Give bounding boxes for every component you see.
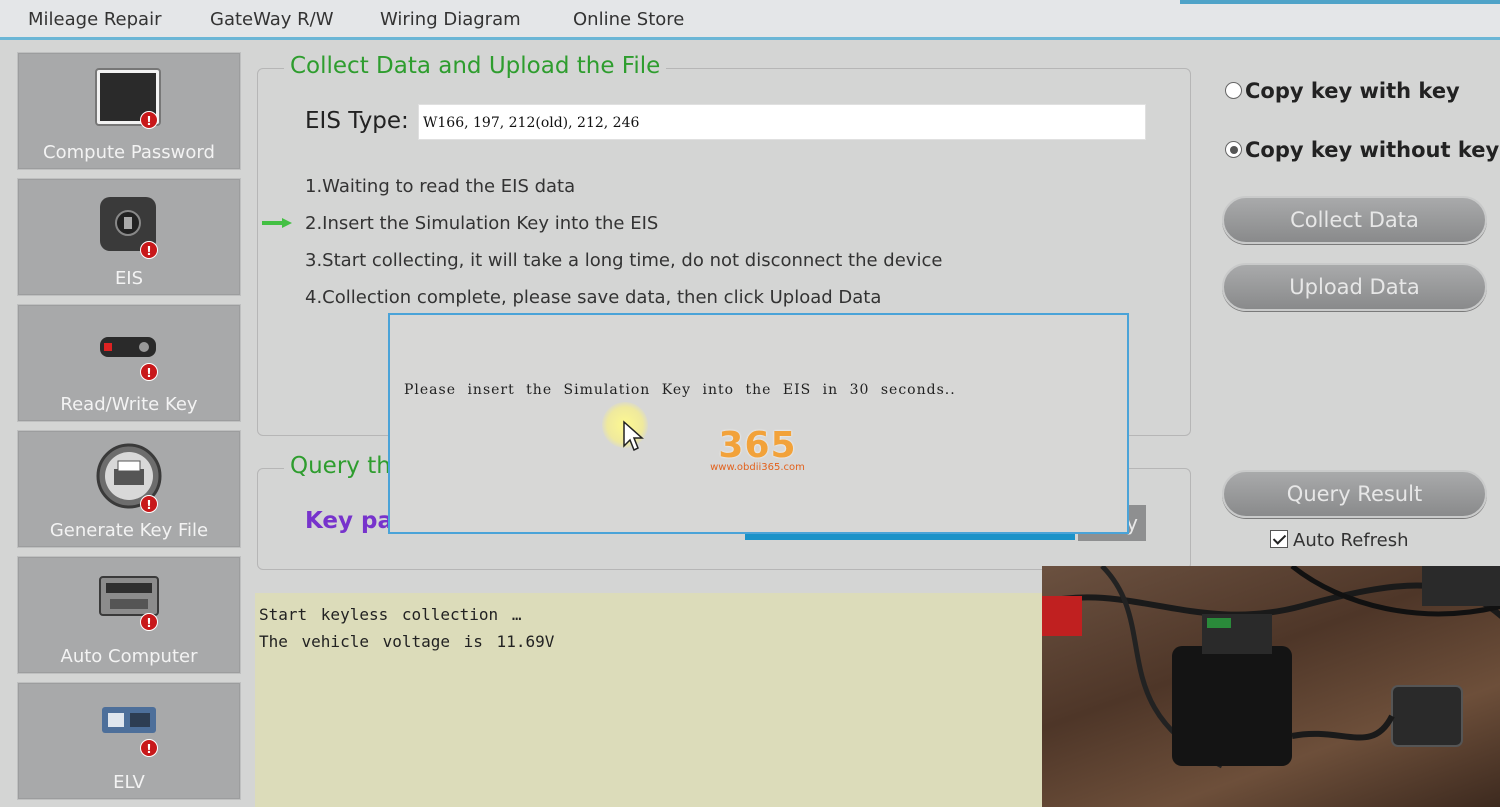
sidebar-item-elv[interactable]: ! ELV	[17, 682, 241, 800]
ecu-module-icon: !	[94, 567, 164, 631]
menu-gateway-rw[interactable]: GateWay R/W	[210, 9, 334, 30]
key-password-label: Key pa	[305, 508, 394, 534]
copy-without-key-radio[interactable]: Copy key without key	[1225, 138, 1499, 162]
alert-badge: !	[140, 241, 158, 259]
step-2: 2.Insert the Simulation Key into the EIS	[305, 213, 659, 234]
auto-refresh-label: Auto Refresh	[1293, 530, 1409, 551]
menu-wiring-diagram[interactable]: Wiring Diagram	[380, 9, 521, 30]
alert-badge: !	[140, 613, 158, 631]
radio-indicator-selected	[1225, 141, 1242, 158]
car-key-icon: !	[94, 315, 164, 381]
alert-badge: !	[140, 363, 158, 381]
current-step-arrow-icon	[262, 218, 292, 228]
upload-data-button[interactable]: Upload Data	[1222, 263, 1487, 311]
step-3: 3.Start collecting, it will take a long …	[305, 250, 943, 271]
menu-bar: Mileage Repair GateWay R/W Wiring Diagra…	[0, 0, 1500, 40]
mouse-pointer-icon	[623, 420, 644, 452]
watermark-logo: 365 www.obdii365.com	[700, 425, 815, 473]
copy-without-key-label: Copy key without key	[1245, 138, 1500, 162]
camera-overlay-image	[1042, 566, 1500, 807]
sidebar-item-eis[interactable]: ! EIS	[17, 178, 241, 296]
printer-icon: !	[94, 441, 164, 515]
query-result-button[interactable]: Query Result	[1222, 470, 1487, 518]
radio-indicator	[1225, 82, 1242, 99]
query-group-title: Query th	[284, 453, 397, 479]
menu-mileage-repair[interactable]: Mileage Repair	[28, 9, 162, 30]
sidebar-item-generate-key-file[interactable]: ! Generate Key File	[17, 430, 241, 548]
dialog-message: Please insert the Simulation Key into th…	[404, 382, 956, 398]
ignition-switch-icon: !	[94, 189, 164, 263]
collect-group-title: Collect Data and Upload the File	[284, 53, 667, 79]
monitor-icon: !	[94, 63, 164, 137]
menu-online-store[interactable]: Online Store	[573, 9, 684, 30]
watermark-url: www.obdii365.com	[710, 462, 805, 473]
log-output: Start keyless collection … The vehicle v…	[255, 593, 1045, 807]
sidebar-item-label: Generate Key File	[49, 520, 209, 541]
sidebar-item-label: Compute Password	[43, 142, 215, 163]
auto-refresh-checkbox[interactable]: Auto Refresh	[1270, 530, 1409, 551]
watermark-digits: 365	[718, 425, 797, 466]
eis-type-label: EIS Type:	[305, 108, 409, 134]
sidebar-item-label: EIS	[114, 268, 144, 289]
eis-type-field[interactable]: W166, 197, 212(old), 212, 246	[418, 104, 1146, 140]
log-line: The vehicle voltage is 11.69V	[259, 632, 555, 651]
step-1: 1.Waiting to read the EIS data	[305, 176, 576, 197]
alert-badge: !	[140, 495, 158, 513]
sidebar-item-read-write-key[interactable]: ! Read/Write Key	[17, 304, 241, 422]
sidebar-item-label: ELV	[113, 772, 145, 793]
title-accent-strip	[1180, 0, 1500, 4]
alert-badge: !	[140, 739, 158, 757]
copy-with-key-label: Copy key with key	[1245, 79, 1460, 103]
sidebar-item-label: Read/Write Key	[60, 394, 198, 415]
collect-data-button[interactable]: Collect Data	[1222, 196, 1487, 244]
log-line: Start keyless collection …	[259, 605, 522, 624]
step-4: 4.Collection complete, please save data,…	[305, 287, 882, 308]
insert-key-dialog: Please insert the Simulation Key into th…	[388, 313, 1129, 534]
sidebar-item-label: Auto Computer	[60, 646, 198, 667]
sidebar-item-auto-computer[interactable]: ! Auto Computer	[17, 556, 241, 674]
alert-badge: !	[140, 111, 158, 129]
sidebar-item-compute-password[interactable]: ! Compute Password	[17, 52, 241, 170]
checkbox-indicator	[1270, 530, 1288, 548]
steering-lock-icon: !	[94, 693, 164, 757]
copy-with-key-radio[interactable]: Copy key with key	[1225, 79, 1460, 103]
